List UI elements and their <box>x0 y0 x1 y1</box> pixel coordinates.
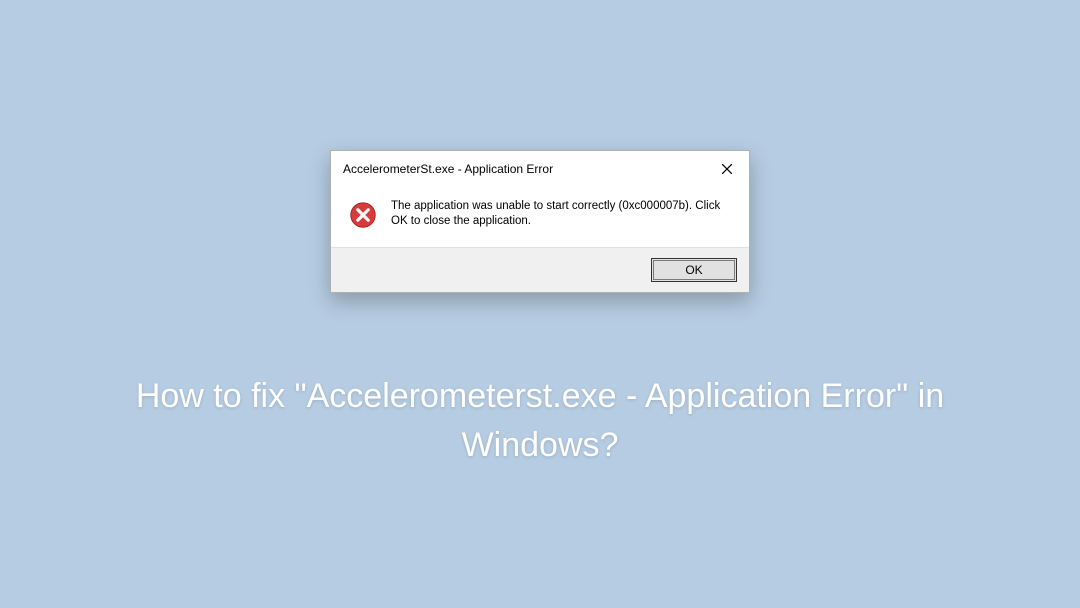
dialog-button-row: OK <box>331 247 749 292</box>
close-icon <box>722 164 732 174</box>
close-button[interactable] <box>715 159 739 179</box>
error-dialog: AccelerometerSt.exe - Application Error … <box>330 150 750 293</box>
dialog-titlebar: AccelerometerSt.exe - Application Error <box>331 151 749 185</box>
dialog-title: AccelerometerSt.exe - Application Error <box>343 162 553 176</box>
page-headline: How to fix "Accelerometerst.exe - Applic… <box>0 372 1080 471</box>
ok-button[interactable]: OK <box>651 258 737 282</box>
dialog-body: The application was unable to start corr… <box>331 185 749 247</box>
error-icon <box>349 201 377 229</box>
dialog-message: The application was unable to start corr… <box>391 199 731 229</box>
